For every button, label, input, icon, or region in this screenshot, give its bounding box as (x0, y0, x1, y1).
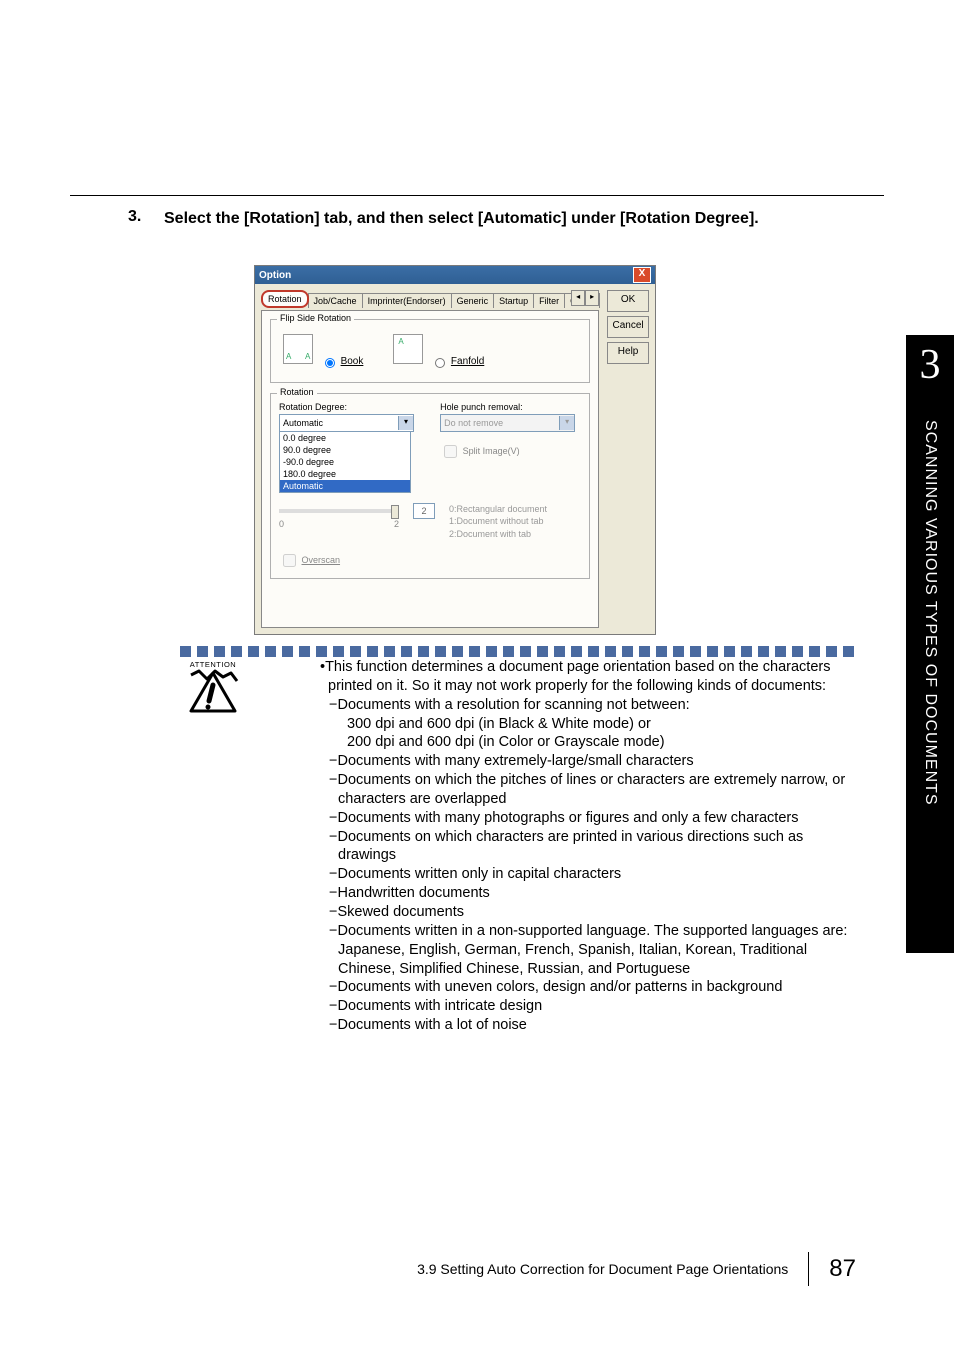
attention-label: ATTENTION (178, 660, 248, 669)
book-icon (283, 334, 313, 364)
hole-punch-label: Hole punch removal: (440, 402, 581, 412)
rotation-fieldset: Rotation Rotation Degree: Automatic ▾ (270, 393, 590, 579)
attention-icon: ATTENTION (178, 660, 248, 722)
dialog-title: Option (259, 270, 291, 281)
page-number: 87 (829, 1255, 856, 1283)
edge-0: 0:Rectangular document (449, 503, 547, 516)
fanfold-radio-wrap[interactable]: Fanfold (393, 334, 484, 368)
chevron-down-icon: ▾ (398, 416, 413, 430)
split-image-label: Split Image(V) (463, 446, 520, 456)
tab-scroll-left[interactable]: ◂ (571, 290, 585, 306)
att-i2: Documents with many extremely-large/smal… (337, 753, 693, 769)
att-i1: Documents with a resolution for scanning… (337, 697, 689, 713)
tab-content: Flip Side Rotation Book (261, 310, 599, 628)
cancel-button[interactable]: Cancel (607, 316, 649, 338)
side-tab: 3 SCANNING VARIOUS TYPES OF DOCUMENTS (906, 335, 954, 953)
exclamation-icon (185, 669, 241, 717)
att-i3: Documents on which the pitches of lines … (337, 772, 845, 807)
edge-1: 1:Document without tab (449, 515, 547, 528)
att-i5: Documents on which characters are printe… (337, 829, 803, 864)
chevron-down-icon: ▾ (559, 416, 574, 430)
tab-imprinter[interactable]: Imprinter(Endorser) (362, 293, 452, 308)
fanfold-icon (393, 334, 423, 364)
fanfold-radio[interactable] (435, 358, 445, 368)
hole-punch-value: Do not remove (444, 418, 503, 428)
tab-filter[interactable]: Filter (533, 293, 565, 308)
step-text: Select the [Rotation] tab, and then sele… (164, 208, 824, 230)
rotation-degree-value: Automatic (283, 418, 323, 428)
opt--90[interactable]: -90.0 degree (280, 456, 410, 468)
edge-slider (279, 509, 399, 513)
rotation-degree-label: Rotation Degree: (279, 402, 420, 412)
chapter-number: 3 (906, 335, 954, 389)
edge-2: 2:Document with tab (449, 528, 547, 541)
opt-90[interactable]: 90.0 degree (280, 444, 410, 456)
overscan-label: Overscan (302, 555, 341, 565)
book-radio-wrap[interactable]: Book (283, 334, 363, 368)
slider-max: 2 (394, 519, 399, 529)
tab-startup[interactable]: Startup (493, 293, 534, 308)
tabs-row: Rotation Job/Cache Imprinter(Endorser) G… (261, 290, 599, 310)
att-i1a: 300 dpi and 600 dpi (in Black & White mo… (320, 715, 856, 734)
opt-auto[interactable]: Automatic (280, 480, 410, 492)
tab-scroll-right[interactable]: ▸ (585, 290, 599, 306)
book-radio[interactable] (325, 358, 335, 368)
att-i10: Documents with uneven colors, design and… (337, 979, 782, 995)
tab-rotation[interactable]: Rotation (261, 290, 309, 308)
slider-min: 0 (279, 519, 284, 529)
help-button[interactable]: Help (607, 342, 649, 364)
hole-punch-combo: Do not remove ▾ (440, 414, 575, 432)
tab-jobcache[interactable]: Job/Cache (308, 293, 363, 308)
overscan-checkbox (283, 554, 296, 567)
flip-legend: Flip Side Rotation (277, 313, 354, 323)
flip-side-fieldset: Flip Side Rotation Book (270, 319, 590, 383)
top-rule (70, 195, 884, 196)
footer-title: 3.9 Setting Auto Correction for Document… (417, 1261, 788, 1277)
ok-button[interactable]: OK (607, 290, 649, 312)
attention-intro: This function determines a document page… (325, 659, 830, 694)
separator-squares (180, 646, 856, 658)
step-number: 3. (128, 208, 164, 230)
att-i8: Skewed documents (337, 904, 464, 920)
rotation-degree-list[interactable]: 0.0 degree 90.0 degree -90.0 degree 180.… (279, 432, 411, 493)
att-i9: Documents written in a non-supported lan… (337, 923, 847, 977)
footer-separator (808, 1252, 809, 1286)
split-image-checkbox (444, 445, 457, 458)
step-row: 3. Select the [Rotation] tab, and then s… (128, 208, 824, 230)
tab-generic[interactable]: Generic (451, 293, 495, 308)
edge-input: 2 (413, 503, 435, 519)
att-i12: Documents with a lot of noise (337, 1017, 526, 1033)
close-button[interactable]: X (633, 267, 651, 283)
att-i7: Handwritten documents (337, 885, 489, 901)
footer: 3.9 Setting Auto Correction for Document… (417, 1252, 856, 1286)
chapter-title: SCANNING VARIOUS TYPES OF DOCUMENTS (921, 420, 939, 806)
fanfold-label: Fanfold (451, 356, 484, 367)
edge-legend: 0:Rectangular document 1:Document withou… (449, 503, 547, 541)
att-i11: Documents with intricate design (337, 998, 542, 1014)
rotation-degree-combo[interactable]: Automatic ▾ (279, 414, 414, 432)
opt-0[interactable]: 0.0 degree (280, 432, 410, 444)
book-label: Book (341, 356, 364, 367)
attention-body: •This function determines a document pag… (320, 658, 856, 1035)
option-dialog: Option X Rotation Job/Cache Imprinter(En… (254, 265, 654, 635)
rotation-legend: Rotation (277, 387, 317, 397)
att-i1b: 200 dpi and 600 dpi (in Color or Graysca… (320, 733, 856, 752)
opt-180[interactable]: 180.0 degree (280, 468, 410, 480)
titlebar: Option X (255, 266, 655, 284)
att-i6: Documents written only in capital charac… (337, 866, 621, 882)
att-i4: Documents with many photographs or figur… (337, 810, 798, 826)
